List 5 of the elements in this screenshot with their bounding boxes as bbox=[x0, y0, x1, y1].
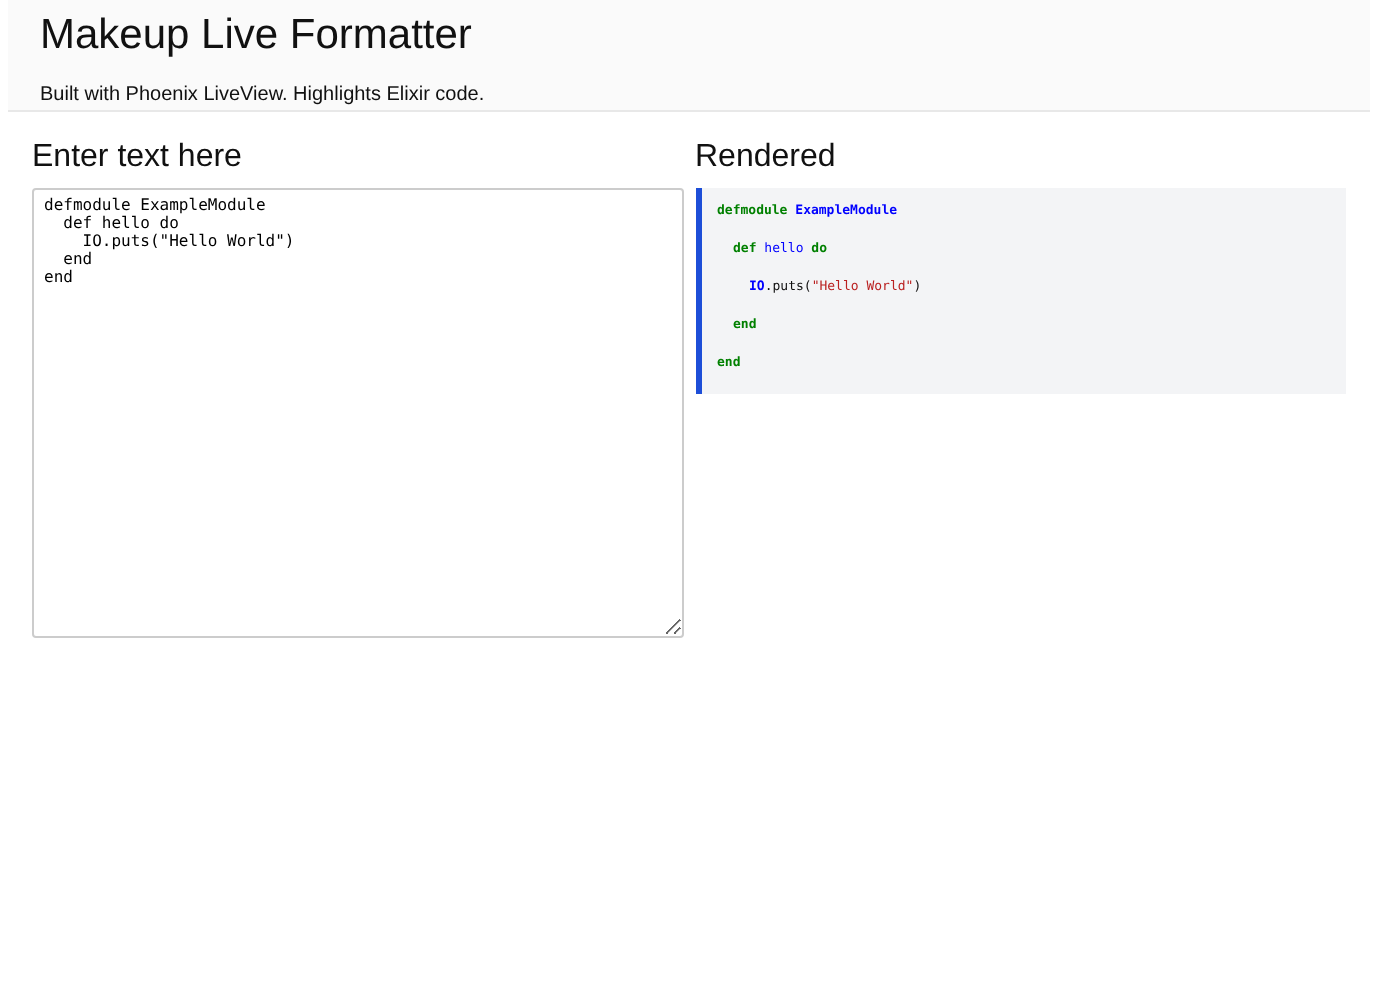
code-input-field[interactable]: defmodule ExampleModule def hello do IO.puts("Hello World") end end bbox=[32, 188, 683, 638]
page-subtitle: Built with Phoenix LiveView. Highlights Elixir code. bbox=[40, 84, 487, 106]
page-title: Makeup Live Formatter bbox=[40, 12, 474, 60]
editor-heading: Enter text here bbox=[32, 140, 244, 176]
rendered-heading: Rendered bbox=[695, 140, 838, 176]
